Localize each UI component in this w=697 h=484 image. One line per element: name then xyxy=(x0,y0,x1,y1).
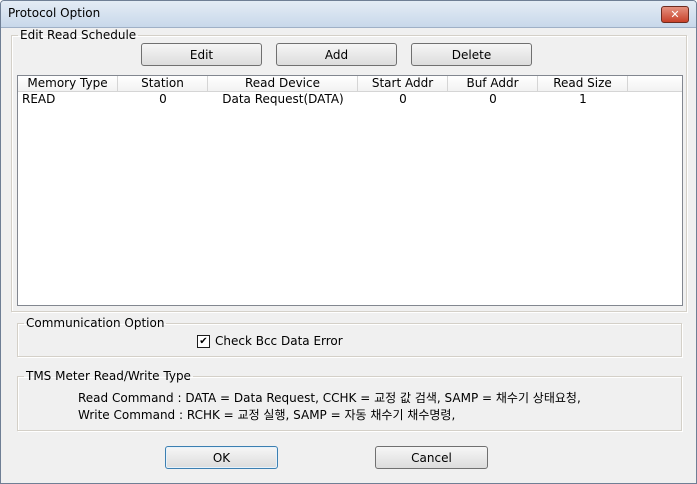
add-button[interactable]: Add xyxy=(276,43,397,66)
close-icon: ✕ xyxy=(670,8,680,21)
dialog-client: Edit Read Schedule Edit Add Delete Memor… xyxy=(1,28,696,483)
edit-button[interactable]: Edit xyxy=(141,43,262,66)
cell-read-device: Data Request(DATA) xyxy=(222,92,344,106)
write-command-text: Write Command : RCHK = 교정 실행, SAMP = 자동 … xyxy=(78,408,456,422)
close-button[interactable]: ✕ xyxy=(661,6,689,23)
tms-meter-legend: TMS Meter Read/Write Type xyxy=(26,369,191,383)
cell-read-size: 1 xyxy=(579,92,587,106)
cell-station: 0 xyxy=(159,92,167,106)
column-memory-type[interactable]: Memory Type xyxy=(18,76,118,91)
checkmark-icon[interactable]: ✔ xyxy=(197,335,210,348)
check-bcc-label: Check Bcc Data Error xyxy=(215,334,343,348)
column-read-device[interactable]: Read Device xyxy=(208,76,358,91)
table-row[interactable]: READ 0 Data Request(DATA) 0 0 1 xyxy=(18,92,682,107)
cancel-button[interactable]: Cancel xyxy=(375,446,488,469)
column-start-addr[interactable]: Start Addr xyxy=(358,76,448,91)
cell-start-addr: 0 xyxy=(399,92,407,106)
column-buf-addr[interactable]: Buf Addr xyxy=(448,76,538,91)
window-title: Protocol Option xyxy=(8,6,101,20)
read-command-text: Read Command : DATA = Data Request, CCHK… xyxy=(78,391,581,405)
edit-read-schedule-legend: Edit Read Schedule xyxy=(20,28,137,42)
cell-memory-type: READ xyxy=(22,92,56,106)
column-read-size[interactable]: Read Size xyxy=(538,76,628,91)
column-station[interactable]: Station xyxy=(118,76,208,91)
protocol-option-dialog: Protocol Option ✕ Edit Read Schedule Edi… xyxy=(0,0,697,484)
list-header: Memory Type Station Read Device Start Ad… xyxy=(18,76,682,92)
read-schedule-list[interactable]: Memory Type Station Read Device Start Ad… xyxy=(17,75,683,306)
communication-option-group: Communication Option xyxy=(17,316,682,357)
communication-option-legend: Communication Option xyxy=(26,316,165,330)
ok-button[interactable]: OK xyxy=(165,446,278,469)
title-bar[interactable]: Protocol Option ✕ xyxy=(1,1,696,28)
cell-buf-addr: 0 xyxy=(489,92,497,106)
delete-button[interactable]: Delete xyxy=(411,43,532,66)
